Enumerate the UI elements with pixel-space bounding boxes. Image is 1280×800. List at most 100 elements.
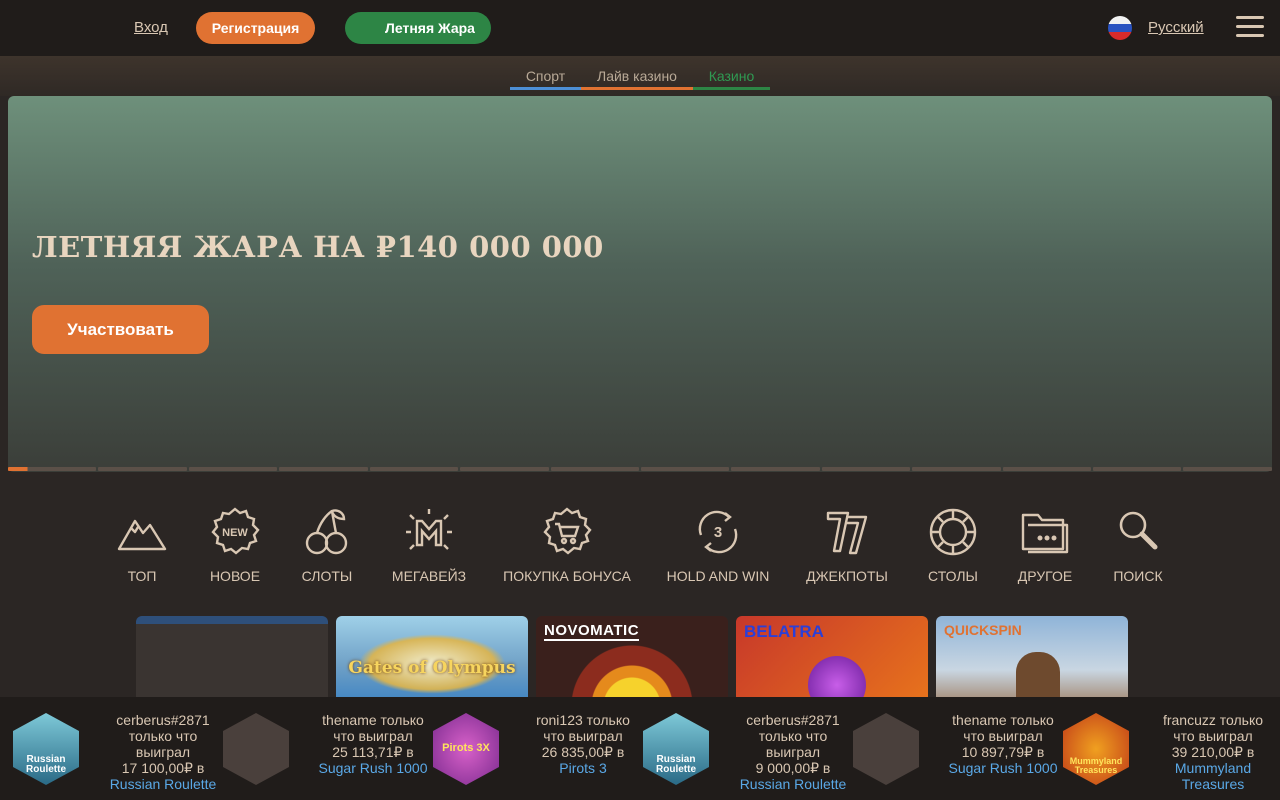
svg-text:NEW: NEW — [222, 527, 248, 539]
tab-casino-underline — [693, 87, 770, 90]
game-tile-belatra[interactable]: BELATRA — [736, 616, 928, 706]
win-game-link[interactable]: Russian Roulette — [103, 776, 223, 792]
carousel-dot[interactable] — [369, 467, 459, 471]
carousel-dot[interactable] — [279, 467, 368, 471]
carousel-dot[interactable] — [188, 467, 278, 471]
win-entry: francuzz только что выиграл 39 210,00₽ в… — [1153, 712, 1273, 792]
win-user: cerberus#2871 — [116, 712, 210, 728]
hero-title: ЛЕТНЯЯ ЖАРА НА ₽140 000 000 — [32, 230, 604, 264]
hamburger-menu-icon[interactable] — [1236, 16, 1264, 40]
win-thumb-russian-roulette[interactable]: Russian Roulette — [13, 713, 79, 785]
carousel-dot[interactable] — [550, 467, 639, 471]
carousel-indicators — [8, 467, 1272, 472]
login-link[interactable]: Вход — [134, 19, 168, 36]
category-tables-label: СТОЛЫ — [928, 568, 978, 584]
category-slots-label: СЛОТЫ — [301, 568, 353, 584]
win-thumb-mummyland[interactable]: Mummyland Treasures — [1063, 713, 1129, 785]
win-game-link[interactable]: Russian Roulette — [733, 776, 853, 792]
hold-and-win-icon: 3 — [698, 510, 738, 554]
participate-button[interactable]: Участвовать — [32, 305, 209, 354]
game-tile-gates-of-olympus[interactable]: Gates of Olympus — [336, 616, 528, 706]
category-search[interactable]: ПОИСК — [1108, 505, 1168, 584]
category-new[interactable]: NEW НОВОЕ — [205, 505, 265, 584]
category-other[interactable]: ДРУГОЕ — [1012, 505, 1078, 584]
game-provider-label: BELATRA — [744, 622, 824, 641]
hero-banner[interactable]: ЛЕТНЯЯ ЖАРА НА ₽140 000 000 Участвовать — [8, 96, 1272, 472]
tab-live-casino-underline — [581, 87, 693, 90]
win-user: thename только — [952, 712, 1054, 728]
win-entry: roni123 только что выиграл 26 835,00₽ в … — [523, 712, 643, 776]
win-verb: что выиграл — [333, 728, 413, 744]
carousel-dot[interactable] — [912, 467, 1001, 471]
win-thumb-sugar-rush[interactable] — [223, 713, 289, 785]
summer-heat-promo-button[interactable]: Летняя Жара — [345, 12, 491, 44]
category-new-label: НОВОЕ — [209, 568, 261, 584]
cherries-icon — [305, 509, 348, 555]
russian-flag-icon[interactable] — [1108, 16, 1132, 40]
category-slots[interactable]: СЛОТЫ — [297, 505, 357, 584]
category-hold-and-win[interactable]: 3 HOLD AND WIN — [664, 505, 772, 584]
win-amount: 26 835,00₽ в — [541, 744, 625, 760]
shopping-cart-icon — [543, 507, 592, 555]
category-jackpots[interactable]: ДЖЕКПОТЫ — [802, 505, 892, 584]
game-tile[interactable] — [136, 616, 328, 706]
carousel-dot[interactable] — [731, 467, 820, 471]
tab-sport-label: Спорт — [525, 68, 566, 84]
win-entry: thename только что выиграл 25 113,71₽ в … — [313, 712, 433, 776]
carousel-dot[interactable] — [1002, 467, 1092, 471]
game-tile-quickspin[interactable]: QUICKSPIN — [936, 616, 1128, 706]
carousel-dot[interactable] — [640, 467, 730, 471]
win-game-link[interactable]: Pirots 3 — [523, 760, 643, 776]
carousel-dot[interactable] — [821, 467, 911, 471]
win-user: thename только — [322, 712, 424, 728]
win-verb: только что выиграл — [128, 728, 198, 760]
megaways-icon — [406, 509, 452, 550]
category-top[interactable]: ТОП — [111, 505, 173, 584]
game-grid: Gates of Olympus NOVOMATIC BELATRA QUICK… — [136, 616, 1136, 706]
carousel-dot[interactable] — [8, 467, 97, 471]
win-thumb-label: Russian Roulette — [26, 754, 66, 775]
tab-live-casino[interactable]: Лайв казино — [581, 68, 693, 90]
tab-live-casino-label: Лайв казино — [597, 68, 677, 84]
carousel-dot[interactable] — [1183, 467, 1272, 471]
win-thumb-sugar-rush[interactable] — [853, 713, 919, 785]
category-hold-and-win-label: HOLD AND WIN — [666, 568, 770, 584]
win-game-link[interactable]: Sugar Rush 1000 — [313, 760, 433, 776]
win-thumb-pirots[interactable]: Pirots 3X — [433, 713, 499, 785]
win-amount: 25 113,71₽ в — [332, 744, 414, 760]
tab-sport[interactable]: Спорт — [510, 68, 581, 90]
category-tables[interactable]: СТОЛЫ — [922, 505, 984, 584]
category-bonus-buy-label: ПОКУПКА БОНУСА — [503, 568, 631, 584]
folder-icon — [1021, 513, 1069, 554]
recent-wins-ticker: Russian Roulette cerberus#2871 только чт… — [0, 697, 1280, 800]
win-game-link[interactable]: Sugar Rush 1000 — [943, 760, 1063, 776]
win-thumb-russian-roulette[interactable]: Russian Roulette — [643, 713, 709, 785]
language-selector[interactable]: Русский — [1148, 19, 1204, 36]
win-verb: только что выиграл — [758, 728, 828, 760]
category-megaways-label: МЕГАВЕЙЗ — [391, 568, 467, 584]
win-entry: thename только что выиграл 10 897,79₽ в … — [943, 712, 1063, 776]
win-user: cerberus#2871 — [746, 712, 840, 728]
search-icon — [1119, 511, 1158, 550]
game-title: Gates of Olympus — [348, 658, 516, 678]
win-game-link[interactable]: Mummyland Treasures — [1153, 760, 1273, 792]
category-search-label: ПОИСК — [1113, 568, 1163, 584]
win-user: roni123 только — [536, 712, 630, 728]
category-top-label: ТОП — [127, 568, 157, 584]
category-bar: ТОП NEW НОВОЕ СЛОТЫ МЕГАВЕЙЗ ПОКУПКА БОН… — [0, 505, 1280, 595]
poker-chip-icon — [929, 508, 977, 556]
category-megaways[interactable]: МЕГАВЕЙЗ — [388, 505, 470, 584]
win-amount: 9 000,00₽ в — [755, 760, 831, 776]
tab-casino[interactable]: Казино — [693, 68, 770, 90]
carousel-dot[interactable] — [1093, 467, 1182, 471]
carousel-dot[interactable] — [460, 467, 549, 471]
category-bonus-buy[interactable]: ПОКУПКА БОНУСА — [500, 505, 634, 584]
register-button[interactable]: Регистрация — [196, 12, 315, 44]
game-tile-novomatic[interactable]: NOVOMATIC — [536, 616, 728, 706]
win-thumb-label: Pirots 3X — [442, 742, 490, 754]
tab-casino-label: Казино — [708, 68, 755, 84]
top-bar: Вход Регистрация Летняя Жара Русский — [0, 0, 1280, 56]
svg-text:3: 3 — [714, 524, 722, 541]
carousel-dot[interactable] — [98, 467, 187, 471]
tab-sport-underline — [510, 87, 581, 90]
